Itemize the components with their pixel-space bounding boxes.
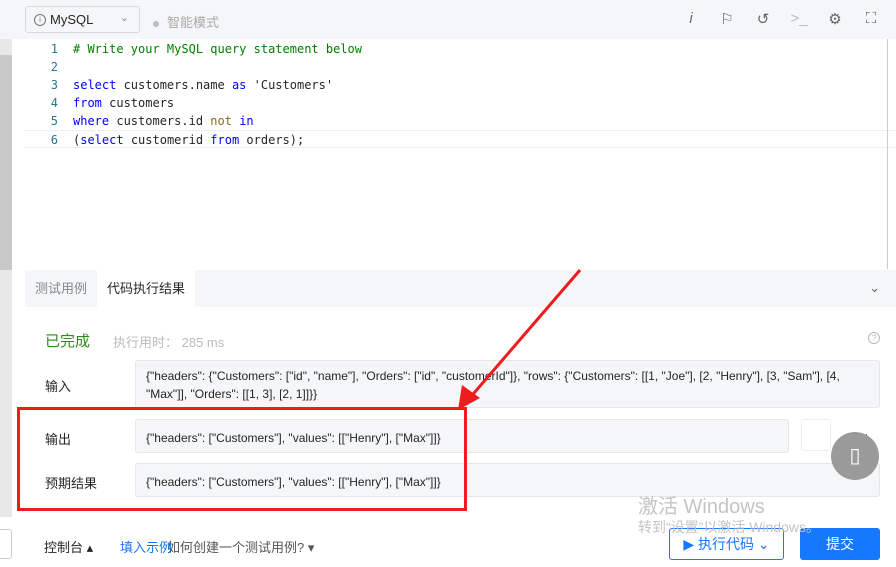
chevron-down-icon: ⌄ (119, 12, 129, 24)
terminal-icon[interactable]: >_ (790, 10, 808, 28)
code-line: 4 from customers (25, 94, 896, 112)
code-line: 1 # Write your MySQL query statement belo… (25, 40, 896, 58)
keyword: where (73, 114, 110, 128)
code-text: orders); (239, 133, 305, 147)
line-number: 5 (50, 114, 58, 128)
console-toggle[interactable]: 控制台 ▴ (44, 537, 93, 556)
diff-toggle[interactable] (801, 419, 831, 451)
keyword: select (80, 133, 124, 147)
tab-execution-result[interactable]: 代码执行结果 (97, 270, 196, 307)
line-number: 1 (50, 42, 58, 56)
windows-watermark: 激活 Windows (638, 496, 765, 518)
windows-watermark-sub: 转到“设置”以激活 Windows。 (638, 519, 821, 535)
execution-time: 执行用时： 285 ms (113, 335, 225, 350)
code-text: 'Customers' (246, 78, 334, 92)
fill-example-link[interactable]: 填入示例 (120, 537, 172, 556)
code-editor[interactable]: 1 # Write your MySQL query statement belo… (25, 39, 896, 269)
code-text: customers.id (109, 114, 211, 128)
how-to-create-test-link[interactable]: 如何创建一个测试用例? ▾ (167, 537, 314, 556)
flag-icon[interactable]: ⚐ (718, 10, 736, 28)
keyword: from (73, 96, 102, 110)
annotation-box (17, 407, 467, 511)
editor-ruler (887, 39, 888, 269)
code-text: customers.name (116, 78, 232, 92)
keyword: not (210, 114, 232, 128)
fullscreen-icon[interactable]: ⛶ (862, 10, 880, 28)
smart-mode-toggle[interactable]: 智能模式 (153, 12, 219, 31)
info-icon[interactable]: i (682, 10, 700, 28)
line-number: 2 (50, 60, 58, 74)
keyword: from (210, 133, 240, 147)
keyword: in (239, 114, 254, 128)
editor-toolbar: i MySQL ⌄ 智能模式 i ⚐ ↺ >_ ⚙ ⛶ (0, 0, 896, 39)
input-value: {"headers": {"Customers": ["id", "name"]… (135, 360, 880, 408)
language-select[interactable]: i MySQL ⌄ (25, 6, 140, 33)
keyword: select (73, 78, 117, 92)
code-line: 2 (25, 58, 896, 76)
code-text: customerid (123, 133, 211, 147)
settings-icon[interactable]: ⚙ (826, 10, 844, 28)
line-number: 4 (50, 96, 58, 110)
line-number: 6 (50, 133, 58, 147)
info-icon: i (34, 13, 46, 26)
code-line: 5 where customers.id not in (25, 112, 896, 130)
code-text: ( (73, 133, 81, 147)
notes-icon[interactable]: ▯ (831, 432, 879, 480)
collapse-chevron-icon[interactable]: ⌄ (869, 280, 880, 296)
code-text: customers (101, 96, 175, 110)
input-label: 输入 (45, 379, 72, 394)
code-line-current: 6 (select customerid from orders); (25, 130, 896, 148)
side-handle[interactable] (0, 529, 12, 559)
scrollbar[interactable] (0, 39, 12, 517)
reset-icon[interactable]: ↺ (754, 10, 772, 28)
scrollbar-thumb[interactable] (0, 55, 12, 270)
status-text: 已完成 (45, 333, 91, 350)
keyword: as (231, 78, 247, 92)
tab-test-cases[interactable]: 测试用例 (25, 270, 97, 307)
line-number: 3 (50, 78, 58, 92)
code-comment: # Write your MySQL query statement below (73, 42, 362, 56)
code-line: 3 select customers.name as 'Customers' (25, 76, 896, 94)
help-icon[interactable]: ? (868, 332, 880, 344)
language-label: MySQL (50, 12, 94, 27)
